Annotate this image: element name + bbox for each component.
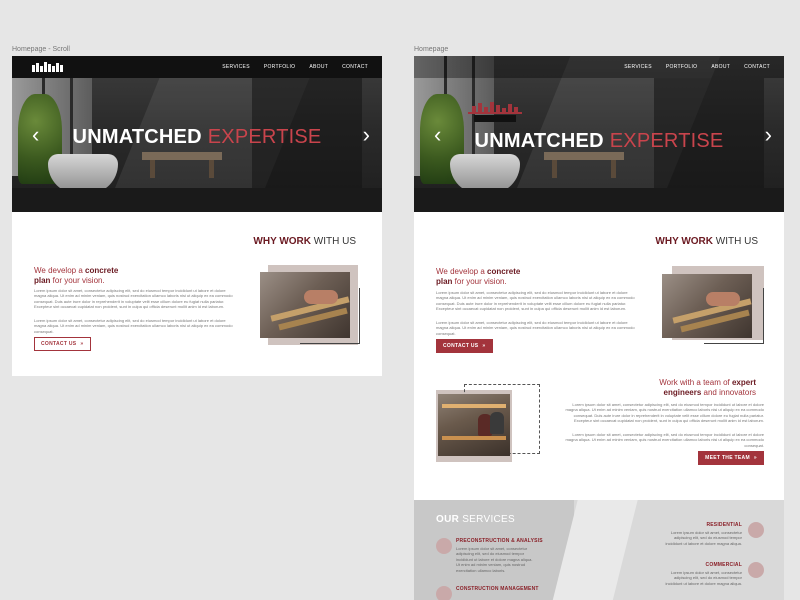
clipboard-icon xyxy=(436,586,452,600)
service-residential[interactable]: RESIDENTIAL Lorem ipsum dolor sit amet, … xyxy=(634,522,764,562)
why-lead-pre: We develop a xyxy=(34,266,85,275)
services-section: OUR SERVICES PRECONSTRUCTION & ANALYSIS … xyxy=(414,500,784,600)
blueprint-icon xyxy=(436,538,452,554)
nav-item-portfolio[interactable]: PORTFOLIO xyxy=(264,64,296,70)
why-lead: We develop a concrete plan for your visi… xyxy=(34,266,118,286)
team-title-bold1: expert xyxy=(731,378,756,387)
team-title-bold2: engineers xyxy=(663,388,702,397)
nav-links: SERVICES PORTFOLIO ABOUT CONTACT xyxy=(222,56,368,78)
service-commercial[interactable]: COMMERCIAL Lorem ipsum dolor sit amet, c… xyxy=(634,562,764,600)
team-title-post: and innovators xyxy=(701,388,756,397)
team-paragraph-1: Lorem ipsum dolor sit amet, consectetur … xyxy=(565,402,764,424)
why-title-rest: WITH US xyxy=(311,236,356,247)
why-lead-post-2: for your vision. xyxy=(452,277,507,286)
double-chevron-right-icon: » xyxy=(80,341,84,347)
hero-title-main-2: UNMATCHED xyxy=(474,130,604,152)
contact-us-label-2: CONTACT US xyxy=(443,343,479,349)
team-title-pre: Work with a team of xyxy=(659,378,732,387)
service-name: PRECONSTRUCTION & ANALYSIS xyxy=(456,538,543,544)
why-title-2: WHY WORK WITH US xyxy=(655,236,758,247)
nav-item-services[interactable]: SERVICES xyxy=(222,64,250,70)
meet-the-team-button[interactable]: MEET THE TEAM » xyxy=(698,451,764,465)
frame-label-home: Homepage xyxy=(414,46,449,53)
why-paragraph-2: Lorem ipsum dolor sit amet, consectetur … xyxy=(34,318,233,334)
nav-links-2: SERVICES PORTFOLIO ABOUT CONTACT xyxy=(624,56,770,78)
hero-banner: UNMATCHED EXPERTISE ‹ › xyxy=(12,56,382,212)
why-lead-pre-2: We develop a xyxy=(436,267,487,276)
why-photo xyxy=(260,272,350,338)
hero-title-accent-2: EXPERTISE xyxy=(609,130,724,152)
hero-title-main: UNMATCHED xyxy=(72,126,202,148)
hero-bench-2 xyxy=(544,152,624,178)
contact-us-button[interactable]: CONTACT US » xyxy=(34,337,91,351)
service-name: COMMERCIAL xyxy=(705,562,742,568)
top-nav: SERVICES PORTFOLIO ABOUT CONTACT xyxy=(12,56,382,78)
service-name: CONSTRUCTION MANAGEMENT xyxy=(456,586,539,592)
services-title-bold: OUR xyxy=(436,514,460,525)
team-title: Work with a team of expert engineers and… xyxy=(659,378,756,398)
company-logo[interactable] xyxy=(32,62,66,72)
hero-title-2: UNMATCHED EXPERTISE xyxy=(414,130,784,153)
why-paragraph-1-2: Lorem ipsum dolor sit amet, consectetur … xyxy=(436,290,635,312)
top-nav-2: SERVICES PORTFOLIO ABOUT CONTACT xyxy=(414,56,784,78)
why-lead-bold2: plan xyxy=(34,276,51,285)
artboard-homepage-scroll: UNMATCHED EXPERTISE ‹ › SERVICES PORTFOLI… xyxy=(12,56,382,376)
nav-item-about[interactable]: ABOUT xyxy=(309,64,328,70)
nav-item-portfolio-2[interactable]: PORTFOLIO xyxy=(666,64,698,70)
why-lead-2: We develop a concrete plan for your visi… xyxy=(436,267,520,287)
why-photo-2 xyxy=(662,274,752,338)
hero-banner-2: UNMATCHED EXPERTISE ‹ › xyxy=(414,56,784,212)
nav-item-services-2[interactable]: SERVICES xyxy=(624,64,652,70)
double-chevron-right-icon-2: » xyxy=(482,343,486,349)
service-desc: Lorem ipsum dolor sit amet, consectetur … xyxy=(665,570,743,586)
nav-item-contact[interactable]: CONTACT xyxy=(342,64,368,70)
double-chevron-right-icon-3: » xyxy=(753,455,757,461)
hero-next-arrow-icon[interactable]: › xyxy=(363,124,370,146)
why-lead-bold2-2: plan xyxy=(436,277,453,286)
why-title-bold: WHY WORK xyxy=(253,236,311,247)
contact-us-button-2[interactable]: CONTACT US » xyxy=(436,339,493,353)
why-paragraph-1: Lorem ipsum dolor sit amet, consectetur … xyxy=(34,288,233,310)
hero-prev-arrow-icon[interactable]: ‹ xyxy=(32,124,39,146)
why-title-rest-2: WITH US xyxy=(713,236,758,247)
team-paragraph-2: Lorem ipsum dolor sit amet, consectetur … xyxy=(565,432,764,448)
service-name: RESIDENTIAL xyxy=(706,522,742,528)
frame-label-scroll: Homepage - Scroll xyxy=(12,46,70,53)
why-paragraph-2-2: Lorem ipsum dolor sit amet, consectetur … xyxy=(436,320,635,336)
why-title-bold-2: WHY WORK xyxy=(655,236,713,247)
service-construction-management[interactable]: CONSTRUCTION MANAGEMENT xyxy=(436,586,566,600)
house-icon xyxy=(748,522,764,538)
hero-title-accent: EXPERTISE xyxy=(207,126,322,148)
why-lead-bold1: concrete xyxy=(85,266,119,275)
hero-prev-arrow-icon-2[interactable]: ‹ xyxy=(434,124,441,146)
services-title: OUR SERVICES xyxy=(436,514,515,525)
building-icon xyxy=(748,562,764,578)
service-preconstruction[interactable]: PRECONSTRUCTION & ANALYSIS Lorem ipsum d… xyxy=(436,538,566,578)
hero-title: UNMATCHED EXPERTISE xyxy=(12,126,382,149)
contact-us-label: CONTACT US xyxy=(41,341,77,347)
artboard-homepage: UNMATCHED EXPERTISE ‹ › SERVICES PORTFOLI… xyxy=(414,56,784,600)
hero-next-arrow-icon-2[interactable]: › xyxy=(765,124,772,146)
nav-item-about-2[interactable]: ABOUT xyxy=(711,64,730,70)
service-desc: Lorem ipsum dolor sit amet, consectetur … xyxy=(456,546,533,573)
hero-bench xyxy=(142,152,222,178)
team-photo xyxy=(438,394,510,456)
hero-floor xyxy=(12,188,382,212)
why-lead-post: for your vision. xyxy=(50,276,105,285)
nav-item-contact-2[interactable]: CONTACT xyxy=(744,64,770,70)
meet-the-team-label: MEET THE TEAM xyxy=(705,455,750,461)
hero-logo-icon xyxy=(468,102,522,122)
why-title: WHY WORK WITH US xyxy=(253,236,356,247)
service-desc: Lorem ipsum dolor sit amet, consectetur … xyxy=(665,530,743,546)
hero-floor-2 xyxy=(414,188,784,212)
why-lead-bold1-2: concrete xyxy=(487,267,521,276)
services-title-rest: SERVICES xyxy=(459,514,515,525)
